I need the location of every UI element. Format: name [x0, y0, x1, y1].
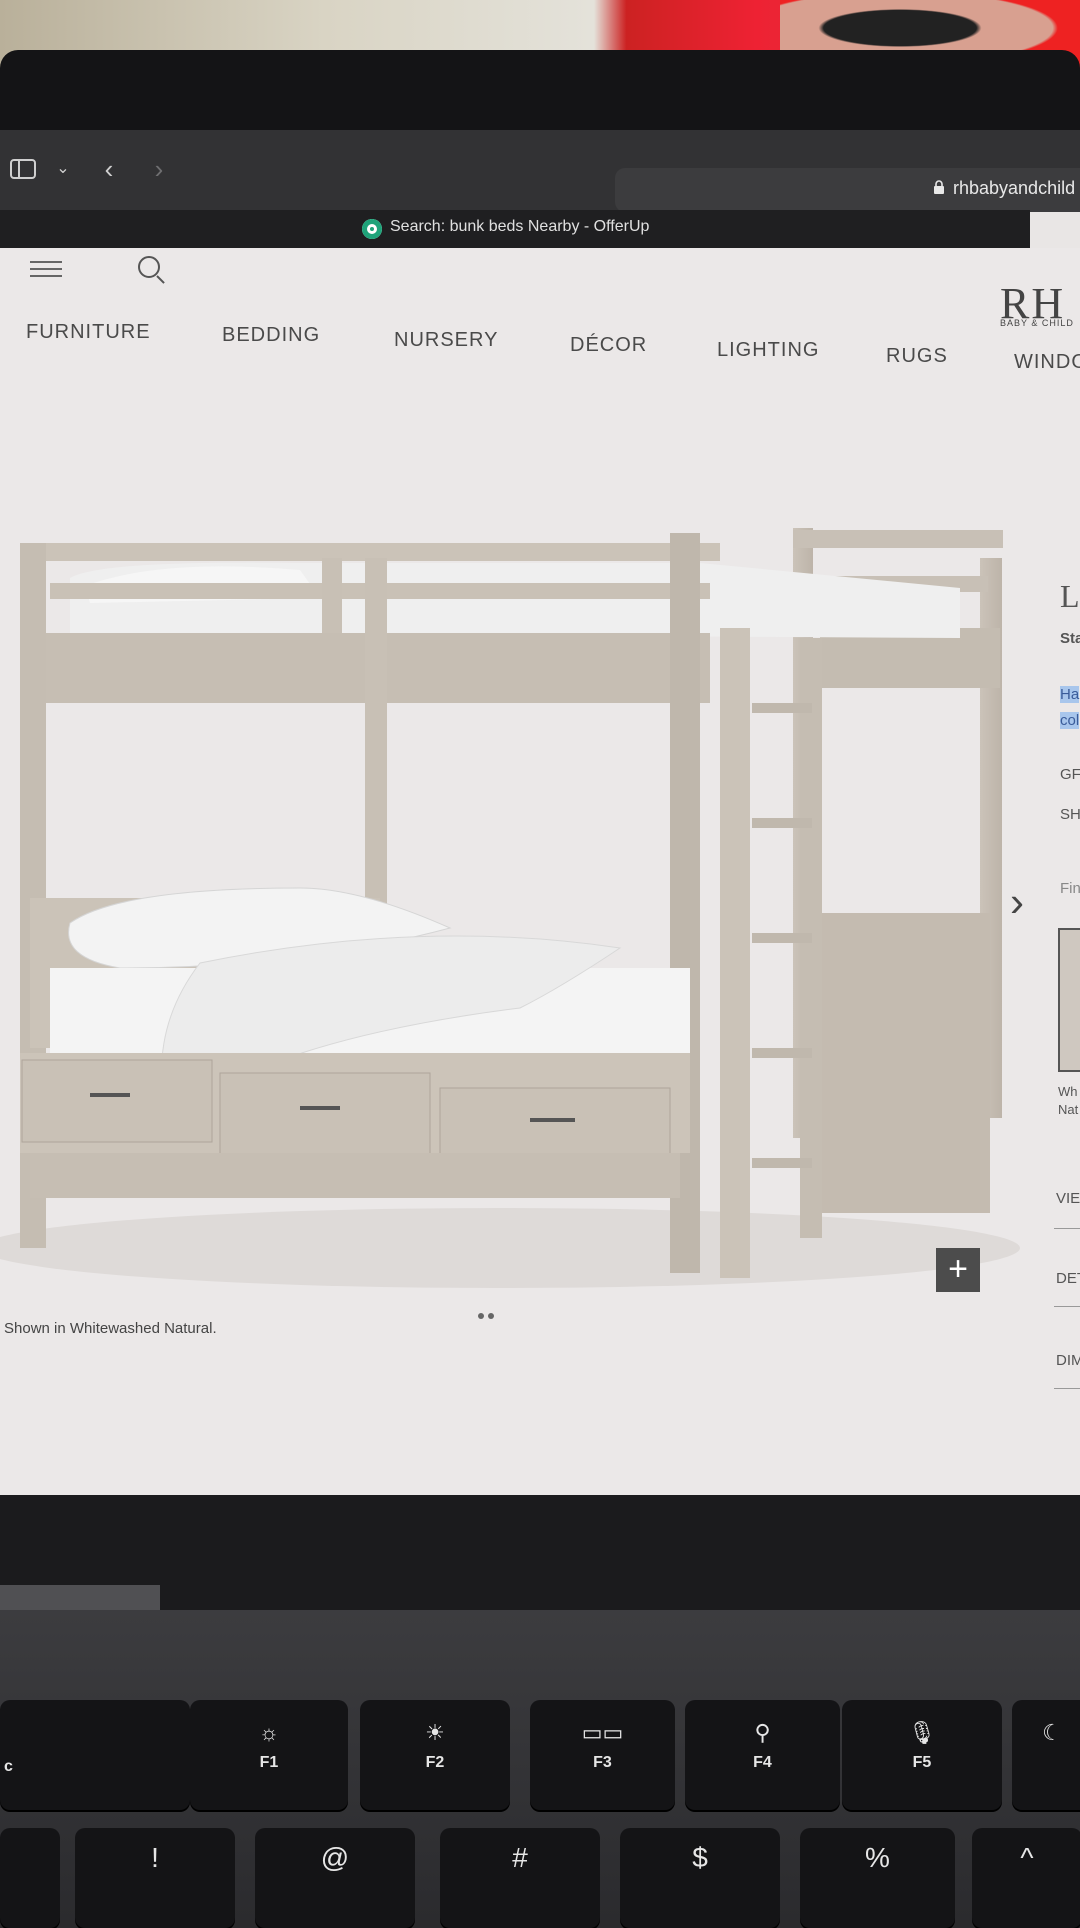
nav-lighting[interactable]: LIGHTING: [717, 339, 819, 362]
laptop-screen: ⌄ ‹ › rhbabyandchild Search: bunk beds N…: [0, 130, 1080, 1495]
dimensions-link[interactable]: DIM: [1056, 1352, 1080, 1369]
lock-icon: [934, 180, 944, 194]
key-1[interactable]: !: [75, 1828, 235, 1928]
sidebar-toggle-icon[interactable]: [6, 152, 40, 186]
microphone-icon: 🎙: [908, 1720, 936, 1745]
view-in-room-link[interactable]: VIE: [1056, 1190, 1080, 1207]
key-5[interactable]: %: [800, 1828, 955, 1928]
nav-rugs[interactable]: RUGS: [886, 345, 948, 368]
mission-control-icon: ▭▭: [581, 1720, 624, 1745]
address-bar[interactable]: rhbabyandchild: [615, 168, 1080, 212]
nav-furniture[interactable]: FURNITURE: [26, 321, 151, 344]
offerup-favicon-icon: [362, 219, 382, 239]
product-description-line-2: col: [1060, 712, 1080, 729]
swatch-name-1: Wh: [1058, 1084, 1078, 1099]
finish-label: Fin: [1060, 880, 1080, 897]
moon-icon: ☾: [1042, 1720, 1062, 1745]
key-escape[interactable]: c: [0, 1700, 190, 1810]
key-tilde[interactable]: [0, 1828, 60, 1928]
swatch-name-2: Nat: [1058, 1102, 1079, 1117]
product-subtitle: Sta: [1060, 630, 1080, 647]
main-nav: FURNITURE BEDDING NURSERY DÉCOR LIGHTING…: [0, 321, 1080, 373]
nav-bedding[interactable]: BEDDING: [222, 324, 320, 347]
keyboard-deck: c ☼ F1 ☀ F2 ▭▭ F3 ⚲ F4 🎙 F5 ☾ ! @ # $ % ^: [0, 1610, 1080, 1928]
finish-swatch[interactable]: [1058, 928, 1080, 1072]
spotlight-search-icon: ⚲: [754, 1720, 771, 1745]
nav-decor[interactable]: DÉCOR: [570, 334, 647, 357]
nav-window[interactable]: WINDO: [1014, 351, 1080, 374]
key-f5[interactable]: 🎙 F5: [842, 1700, 1002, 1810]
product-image-bunk-bed[interactable]: [0, 468, 1030, 1298]
product-title: L: [1060, 578, 1080, 614]
tab-bar: Search: bunk beds Nearby - OfferUp: [0, 210, 1030, 250]
forward-arrow-icon[interactable]: ›: [142, 152, 176, 186]
chevron-down-icon[interactable]: ⌄: [46, 152, 80, 186]
divider: [1054, 1388, 1080, 1389]
key-3[interactable]: #: [440, 1828, 600, 1928]
product-description-line-1: Ha: [1060, 686, 1080, 703]
ship-label: SH: [1060, 806, 1080, 823]
search-icon[interactable]: [138, 256, 160, 278]
details-link[interactable]: DET: [1056, 1270, 1080, 1287]
web-page: RH BABY & CHILD FURNITURE BEDDING NURSER…: [0, 248, 1080, 1495]
key-4[interactable]: $: [620, 1828, 780, 1928]
key-2[interactable]: @: [255, 1828, 415, 1928]
laptop-hinge: [0, 1585, 160, 1613]
image-pager[interactable]: [476, 1306, 496, 1324]
laptop-bezel-bottom: [0, 1495, 1080, 1610]
divider: [1054, 1306, 1080, 1307]
image-caption: Shown in Whitewashed Natural.: [4, 1320, 217, 1337]
key-f3[interactable]: ▭▭ F3: [530, 1700, 675, 1810]
back-arrow-icon[interactable]: ‹: [92, 152, 126, 186]
grade-label: GF: [1060, 766, 1080, 783]
key-6[interactable]: ^: [972, 1828, 1080, 1928]
browser-toolbar: ⌄ ‹ › rhbabyandchild: [0, 130, 1080, 212]
next-image-arrow[interactable]: ›: [1010, 878, 1024, 926]
hamburger-menu-icon[interactable]: [30, 256, 62, 282]
url-text: rhbabyandchild: [953, 178, 1076, 198]
key-f4[interactable]: ⚲ F4: [685, 1700, 840, 1810]
tab-offerup[interactable]: Search: bunk beds Nearby - OfferUp: [390, 218, 649, 236]
brightness-up-icon: ☀: [425, 1720, 445, 1745]
key-f1[interactable]: ☼ F1: [190, 1700, 348, 1810]
key-f6[interactable]: ☾: [1012, 1700, 1080, 1810]
brightness-down-icon: ☼: [258, 1720, 280, 1745]
zoom-plus-button[interactable]: +: [936, 1248, 980, 1292]
divider: [1054, 1228, 1080, 1229]
nav-nursery[interactable]: NURSERY: [394, 329, 498, 352]
key-f2[interactable]: ☀ F2: [360, 1700, 510, 1810]
